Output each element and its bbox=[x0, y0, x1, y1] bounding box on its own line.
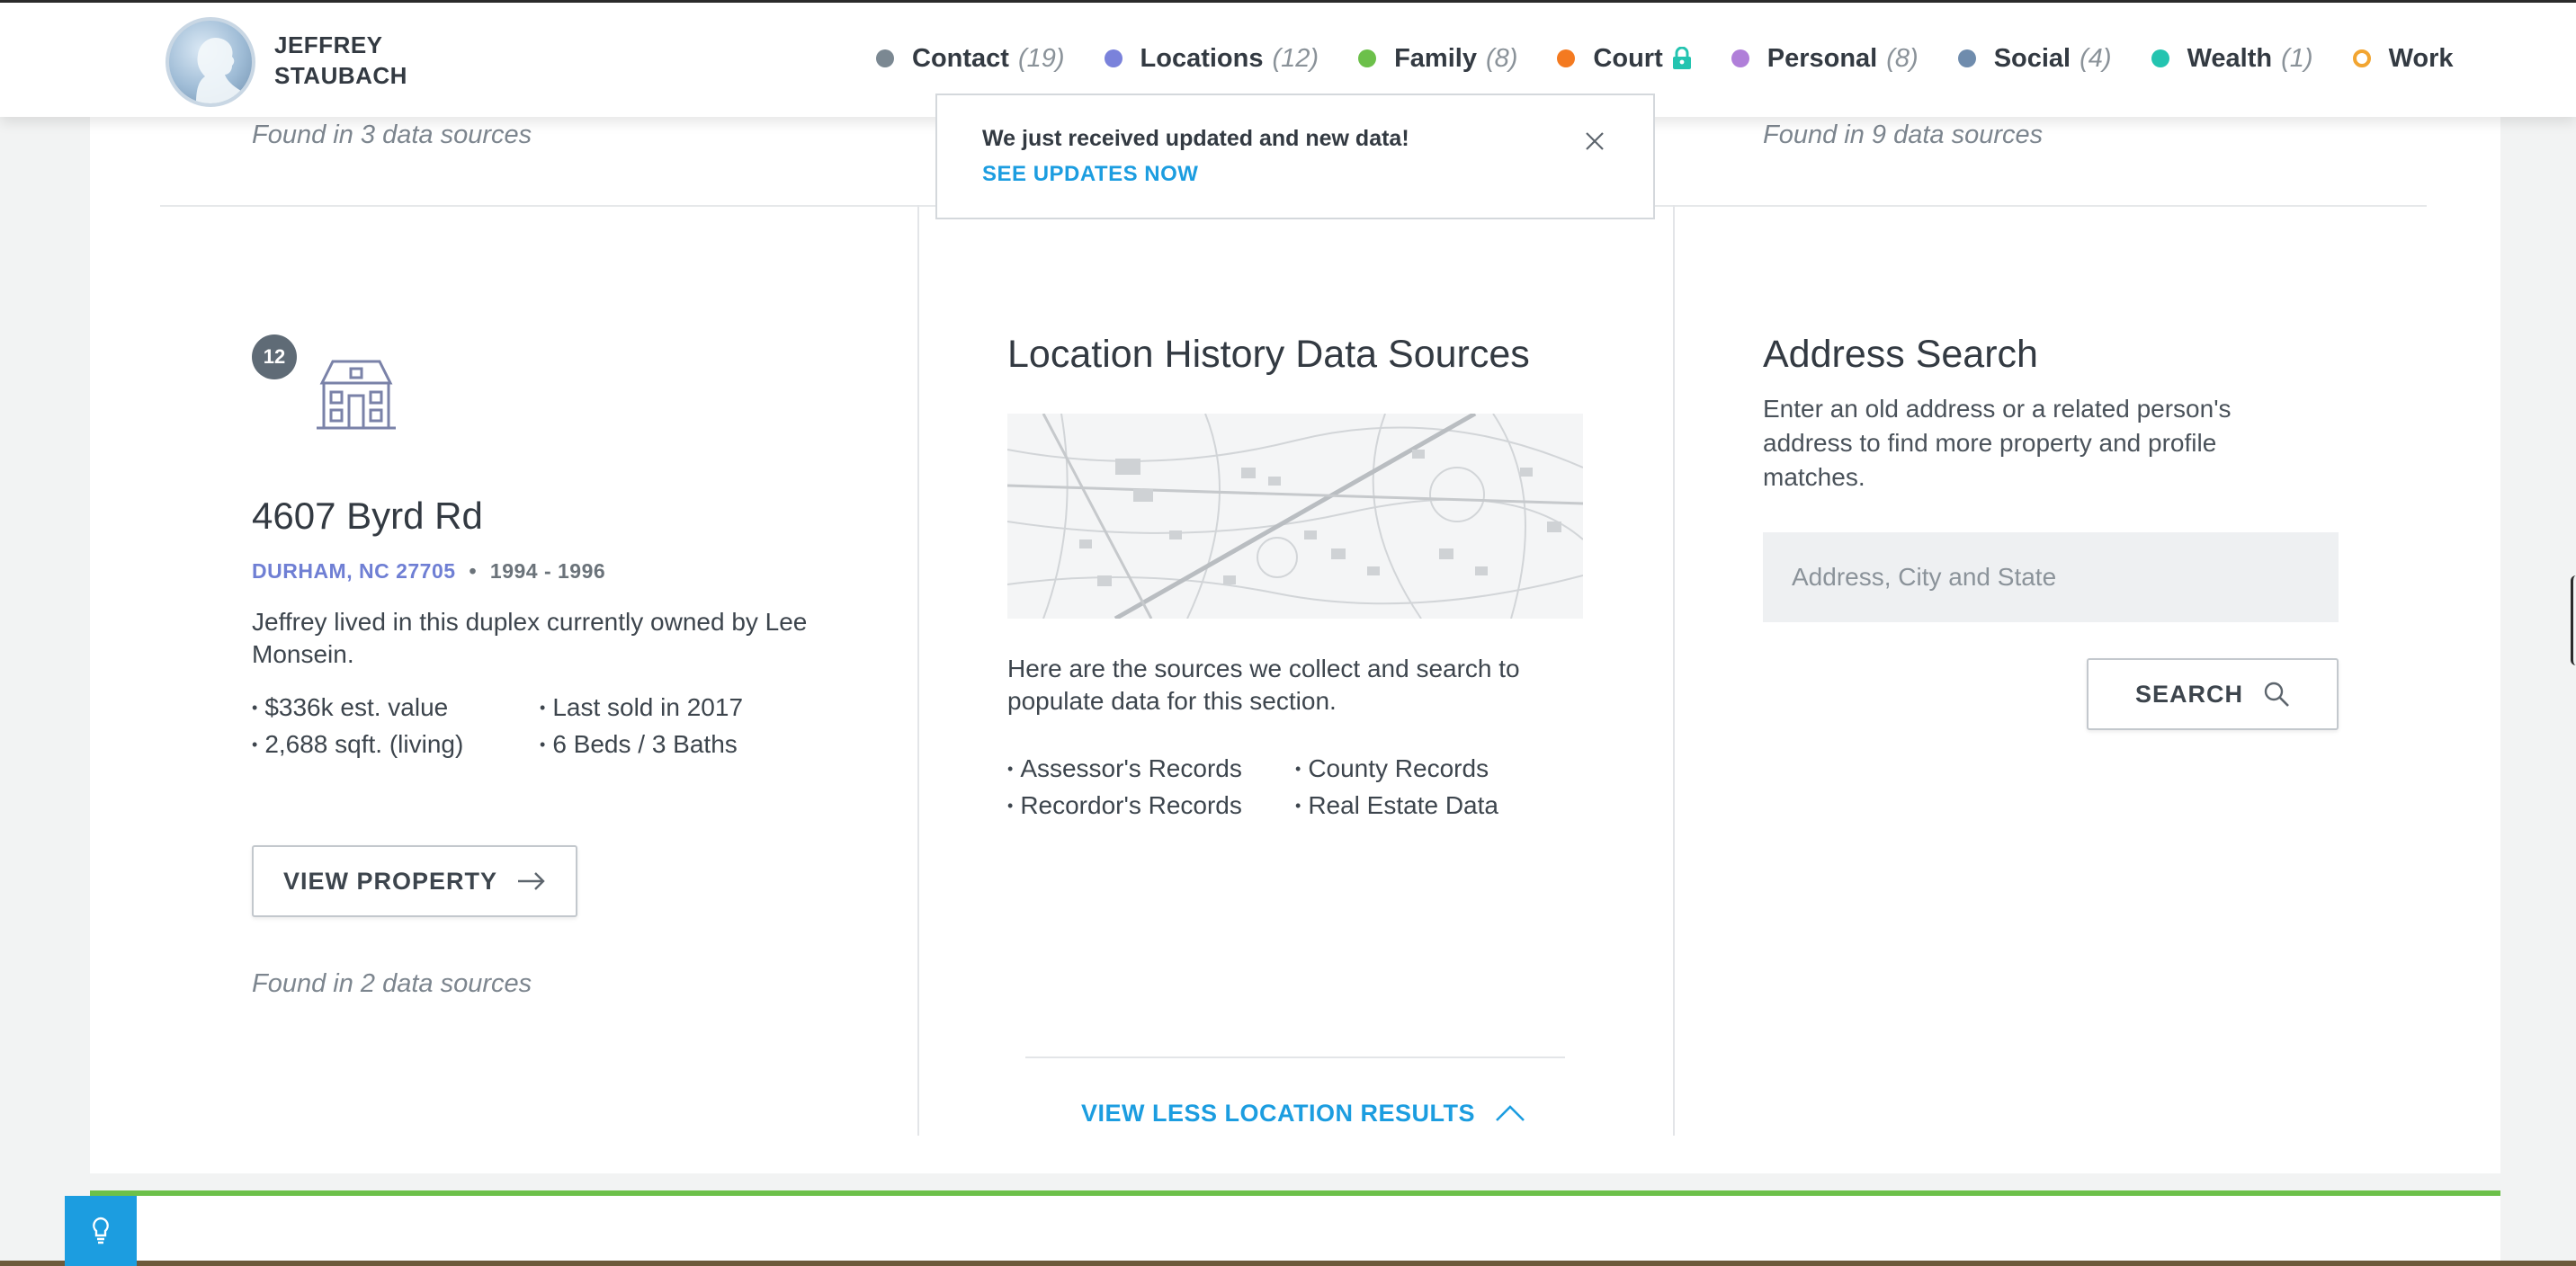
nav-dot-icon bbox=[876, 49, 894, 67]
arrow-right-icon bbox=[518, 872, 545, 890]
nav-dot-icon bbox=[1358, 49, 1377, 67]
nav-dot-icon bbox=[2352, 49, 2371, 67]
nav-label: Work bbox=[2388, 43, 2454, 73]
page-footer-strip bbox=[0, 1261, 2576, 1266]
address-search-description: Enter an old address or a related person… bbox=[1763, 395, 2232, 491]
property-facts-right: • Last sold in 2017 • 6 Beds / 3 Baths bbox=[540, 691, 743, 764]
column-divider bbox=[1673, 205, 1675, 1136]
house-icon bbox=[317, 360, 396, 430]
street-map-image bbox=[1007, 414, 1583, 619]
list-item: • $336k est. value bbox=[252, 693, 449, 721]
view-less-results-link[interactable]: VIEW LESS LOCATION RESULTS bbox=[1081, 1095, 1525, 1131]
previous-found-right: Found in 9 data sources bbox=[1763, 120, 2044, 149]
list-item: • Assessor's Records bbox=[1007, 754, 1242, 782]
nav-label: Locations bbox=[1140, 43, 1264, 73]
address-search-title: Address Search bbox=[1763, 333, 2038, 376]
view-property-label: VIEW PROPERTY bbox=[282, 867, 498, 895]
sources-list-left: • Assessor's Records • Recordor's Records bbox=[1007, 752, 1242, 825]
update-notification: We just received updated and new data! S… bbox=[935, 94, 1655, 219]
notification-message: We just received updated and new data! bbox=[982, 126, 1409, 151]
nav-dot-icon bbox=[1957, 49, 1976, 67]
nav-dot-icon bbox=[1557, 49, 1576, 67]
nav-count: (8) bbox=[1485, 43, 1518, 73]
property-found-sources: Found in 2 data sources bbox=[252, 969, 532, 998]
sources-description: Here are the sources we collect and sear… bbox=[1007, 655, 1520, 715]
nav-count: (8) bbox=[1886, 43, 1919, 73]
nav-count: (19) bbox=[1017, 43, 1065, 73]
nav-item-locations[interactable]: Locations (12) bbox=[1104, 43, 1319, 74]
property-years: 1994 - 1996 bbox=[489, 559, 606, 583]
profile-avatar[interactable] bbox=[165, 17, 255, 107]
property-description: Jeffrey lived in this duplex currently o… bbox=[252, 608, 808, 668]
sources-list-right: • County Records • Real Estate Data bbox=[1295, 752, 1498, 825]
property-index-badge: 12 bbox=[252, 334, 297, 379]
nav-count: (4) bbox=[2080, 43, 2112, 73]
nav-item-personal[interactable]: Personal (8) bbox=[1731, 44, 1919, 74]
profile-last-name: STAUBACH bbox=[274, 62, 407, 89]
previous-found-left: Found in 3 data sources bbox=[252, 120, 532, 149]
see-updates-link[interactable]: SEE UPDATES NOW bbox=[982, 162, 1198, 187]
tips-button[interactable] bbox=[65, 1196, 137, 1266]
profile-name[interactable]: JEFFREY STAUBACH bbox=[274, 30, 407, 91]
person-silhouette-icon bbox=[196, 38, 241, 103]
column-divider bbox=[917, 205, 919, 1136]
list-item: • Recordor's Records bbox=[1007, 791, 1242, 819]
nav-count: (12) bbox=[1272, 43, 1319, 73]
property-city[interactable]: DURHAM, NC 27705 bbox=[252, 559, 456, 583]
nav-label: Social bbox=[1993, 43, 2071, 73]
search-button-label: SEARCH bbox=[2134, 680, 2243, 708]
nav-label: Wealth bbox=[2187, 43, 2273, 73]
locations-card: Found in 3 data sources Found in 9 data … bbox=[90, 81, 2500, 1173]
nav-item-court[interactable]: Court bbox=[1557, 44, 1691, 74]
nav-item-family[interactable]: Family (8) bbox=[1358, 44, 1517, 74]
nav-item-contact[interactable]: Contact (19) bbox=[876, 44, 1065, 74]
nav-label: Family bbox=[1394, 43, 1477, 73]
search-button[interactable]: SEARCH bbox=[2087, 658, 2339, 730]
lock-icon bbox=[1672, 47, 1691, 69]
list-item: • Real Estate Data bbox=[1295, 791, 1498, 819]
property-address[interactable]: 4607 Byrd Rd bbox=[252, 495, 483, 538]
nav-label: Contact bbox=[912, 43, 1009, 73]
list-item: • 6 Beds / 3 Baths bbox=[540, 730, 738, 758]
nav-label: Personal bbox=[1767, 43, 1878, 73]
close-icon[interactable] bbox=[1583, 129, 1606, 153]
scrollbar-handle[interactable] bbox=[2571, 575, 2576, 665]
section-nav: Contact (19) Locations (12) Family (8) C… bbox=[876, 37, 2454, 80]
property-location-line: DURHAM, NC 27705 • 1994 - 1996 bbox=[252, 559, 605, 584]
nav-item-work[interactable]: Work bbox=[2352, 43, 2454, 74]
nav-dot-icon bbox=[1731, 49, 1749, 67]
view-less-label: VIEW LESS LOCATION RESULTS bbox=[1081, 1099, 1476, 1127]
nav-dot-icon bbox=[1104, 49, 1123, 67]
nav-dot-icon bbox=[2151, 49, 2169, 67]
address-search-input[interactable] bbox=[1763, 532, 2339, 622]
view-property-button[interactable]: VIEW PROPERTY bbox=[252, 845, 577, 917]
list-item: • County Records bbox=[1295, 754, 1489, 782]
property-facts-left: • $336k est. value • 2,688 sqft. (living) bbox=[252, 691, 463, 764]
list-item: • Last sold in 2017 bbox=[540, 693, 744, 721]
nav-item-wealth[interactable]: Wealth (1) bbox=[2151, 44, 2313, 74]
nav-label: Court bbox=[1593, 43, 1663, 73]
nav-item-social[interactable]: Social (4) bbox=[1957, 43, 2112, 74]
sources-title: Location History Data Sources bbox=[1007, 333, 1530, 376]
next-section-card bbox=[90, 1196, 2500, 1266]
nav-count: (1) bbox=[2281, 43, 2313, 73]
section-divider bbox=[1025, 1056, 1565, 1058]
list-item: • 2,688 sqft. (living) bbox=[252, 730, 464, 758]
lightbulb-icon bbox=[93, 1217, 109, 1244]
profile-first-name: JEFFREY bbox=[274, 31, 383, 58]
search-icon bbox=[2264, 682, 2289, 707]
separator-dot: • bbox=[469, 559, 478, 583]
chevron-up-icon bbox=[1496, 1105, 1525, 1121]
